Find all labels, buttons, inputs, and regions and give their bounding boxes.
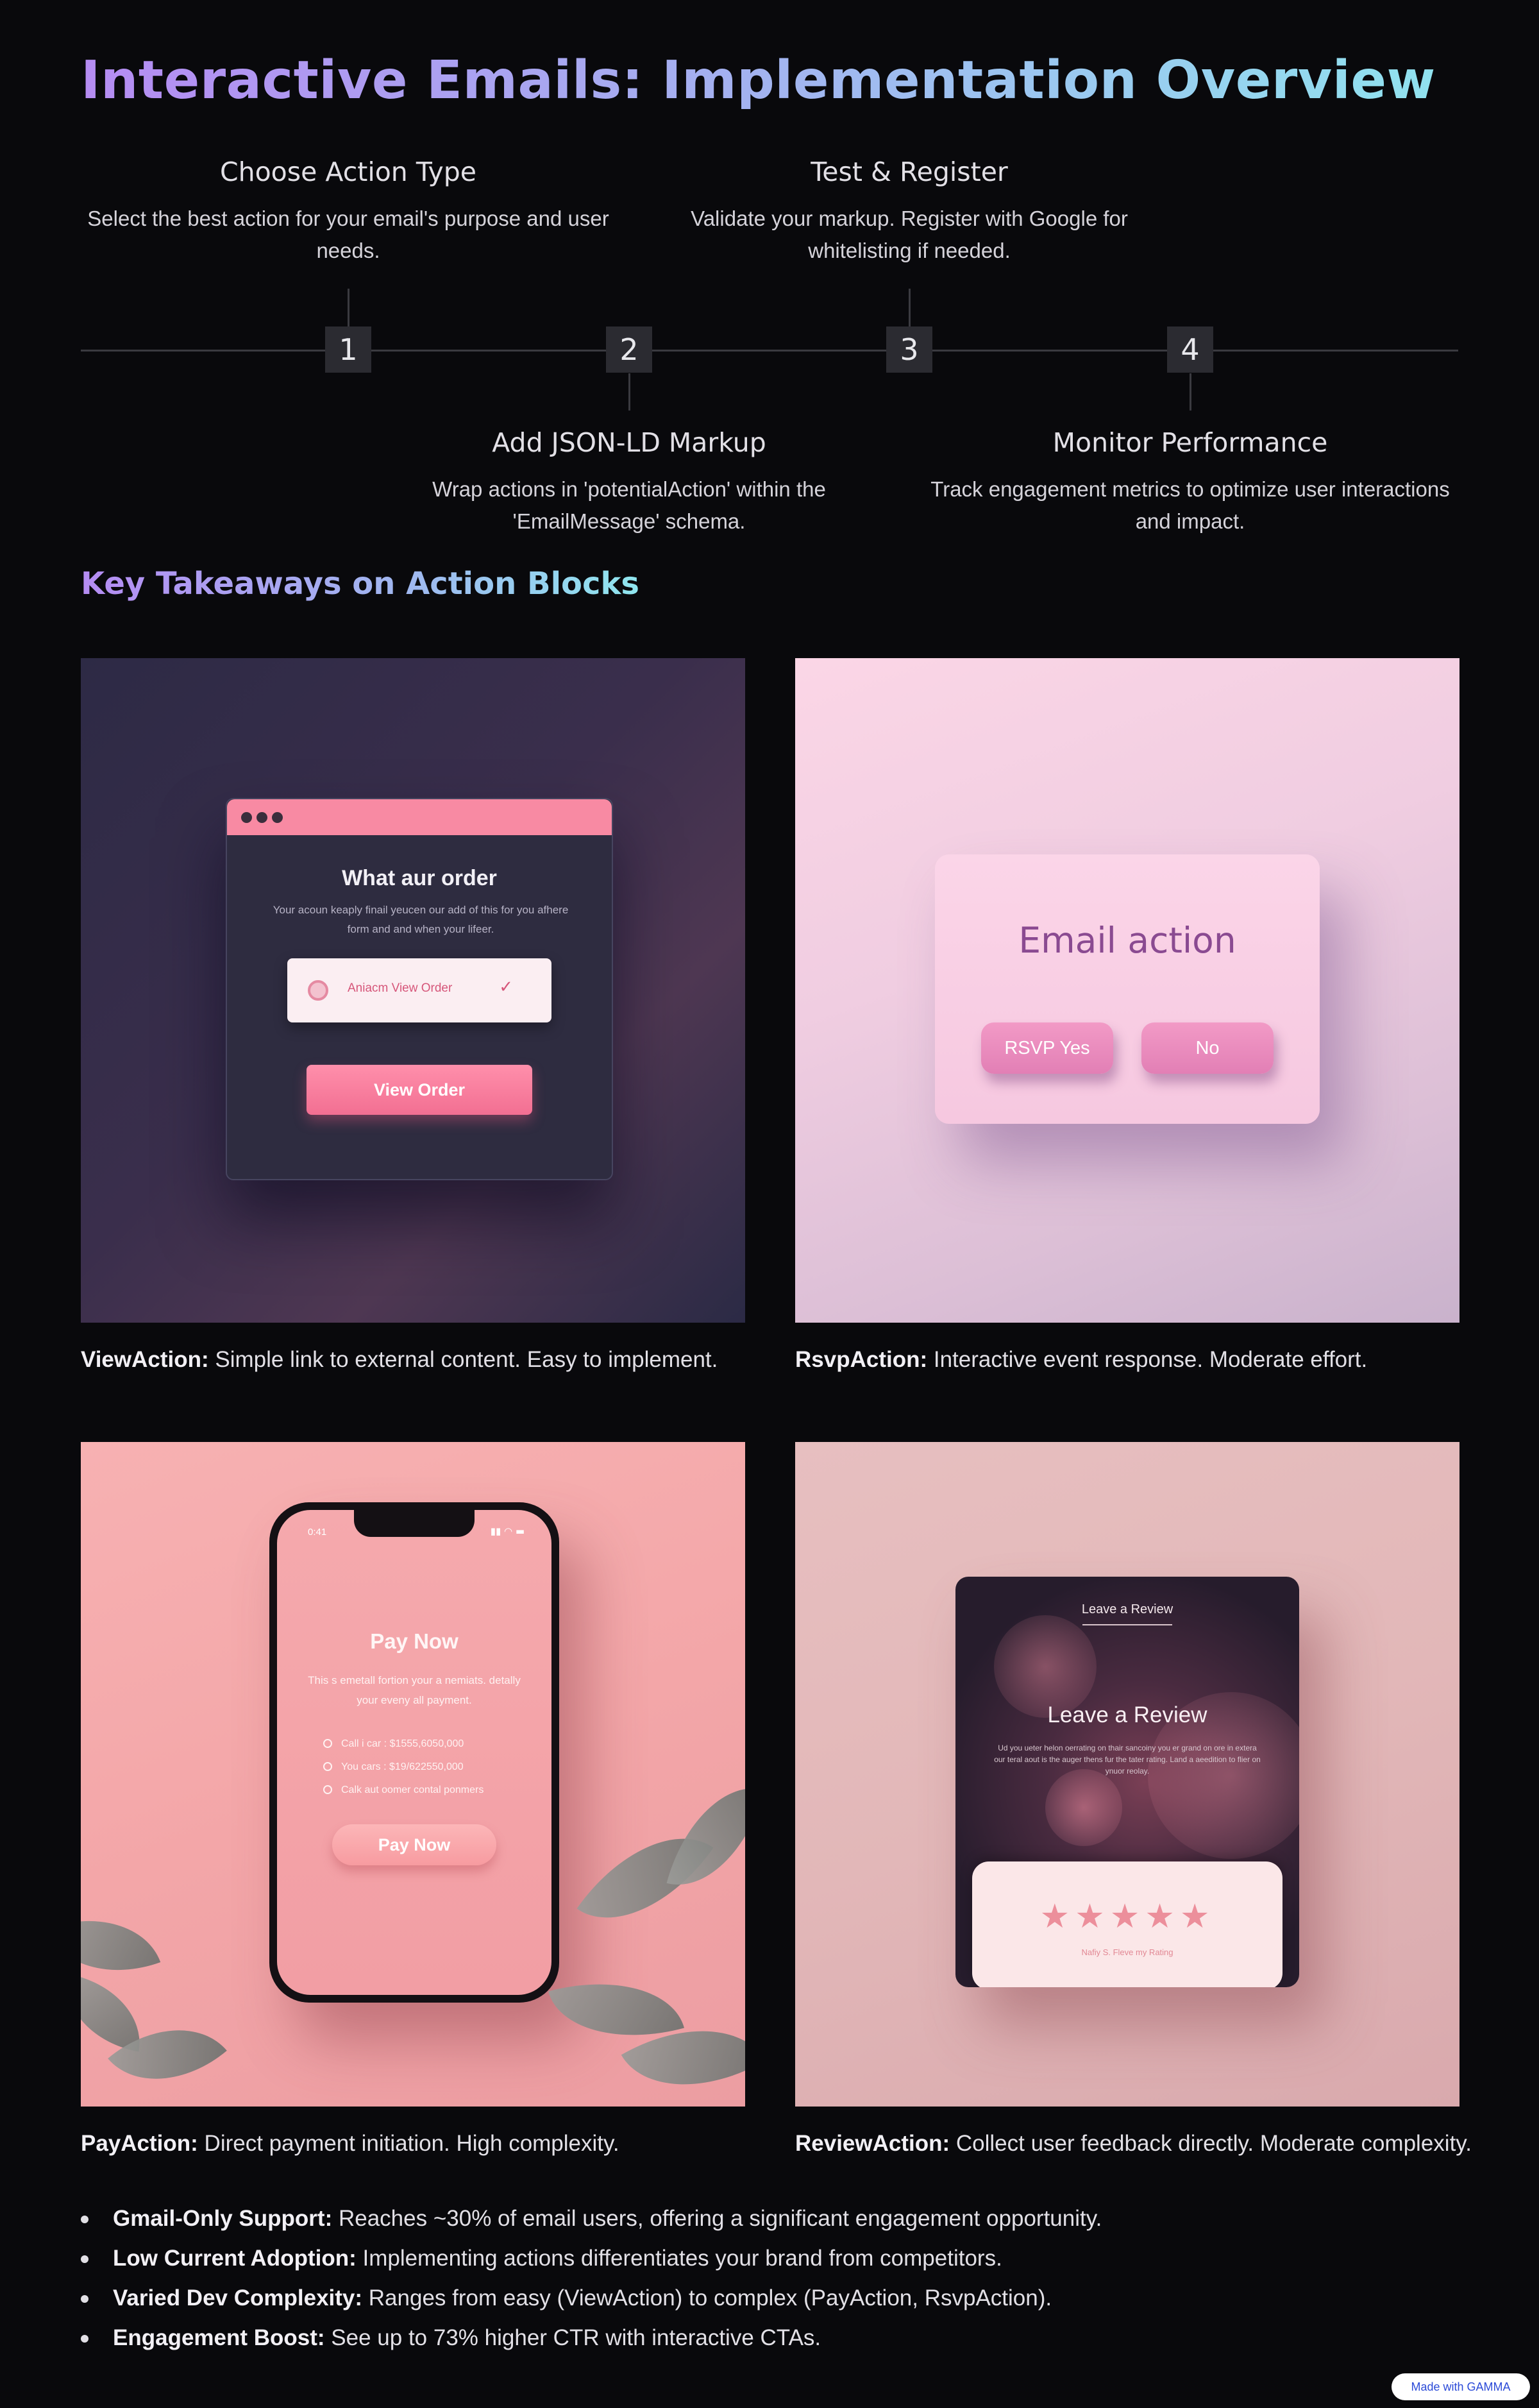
caption-text: Collect user feedback directly. Moderate…	[950, 2131, 1472, 2156]
review-header: Leave a Review	[1081, 1602, 1173, 1616]
section-heading: Key Takeaways on Action Blocks	[81, 566, 639, 602]
caption-label: PayAction:	[81, 2131, 198, 2156]
list-item-text: Reaches ~30% of email users, offering a …	[332, 2206, 1102, 2231]
rsvp-yes-button: RSVP Yes	[981, 1022, 1113, 1074]
rating-box: ★★★★★ Nafiy S. Fleve my Rating	[972, 1861, 1282, 1987]
list-item-label: Engagement Boost:	[113, 2325, 325, 2350]
illustration-body: Ud you ueter helon oerrating on thair sa…	[994, 1743, 1261, 1776]
takeaway-list: Gmail-Only Support: Reaches ~30% of emai…	[81, 2199, 1427, 2358]
rating-caption: Nafiy S. Fleve my Rating	[1081, 1947, 1173, 1957]
list-item-text: See up to 73% higher CTR with interactiv…	[324, 2325, 821, 2350]
illustration-body: This s emetall fortion your a nemiats. d…	[308, 1674, 521, 1706]
view-order-button: View Order	[307, 1065, 532, 1115]
payment-row-text: You cars : $19/622550,000	[341, 1761, 464, 1772]
list-item: Gmail-Only Support: Reaches ~30% of emai…	[81, 2199, 1427, 2239]
step-4-title: Monitor Performance	[1052, 427, 1328, 458]
caption-label: ReviewAction:	[795, 2131, 950, 2156]
window-dot-icon	[256, 812, 267, 823]
payment-row-text: Call i car : $1555,6050,000	[341, 1738, 464, 1749]
email-window: What aur order Your acoun keaply finail …	[226, 798, 613, 1180]
bullet-icon	[81, 2216, 88, 2223]
info-icon	[323, 1739, 332, 1748]
user-icon	[308, 980, 328, 1001]
leaf-decoration	[666, 1771, 745, 1902]
pay-action-caption: PayAction: Direct payment initiation. Hi…	[81, 2131, 761, 2157]
list-item-text: Implementing actions differentiates your…	[356, 2246, 1002, 2271]
check-icon: ✓	[499, 978, 513, 997]
window-titlebar	[227, 799, 612, 835]
step-1-description: Select the best action for your email's …	[87, 207, 609, 262]
window-dot-icon	[272, 812, 283, 823]
list-item-label: Varied Dev Complexity:	[113, 2285, 363, 2310]
payment-row: Calk aut oomer contal ponmers	[323, 1785, 484, 1796]
bokeh-decoration	[1045, 1769, 1122, 1846]
step-4-number: 4	[1167, 326, 1213, 373]
pay-now-button: Pay Now	[332, 1824, 496, 1865]
payment-row: Call i car : $1555,6050,000	[323, 1738, 464, 1750]
step-2-description: Wrap actions in 'potentialAction' within…	[432, 477, 826, 533]
connector-4	[1190, 373, 1191, 411]
step-3-number: 3	[886, 326, 932, 373]
illustration-title: Pay Now	[370, 1629, 458, 1653]
step-4-description: Track engagement metrics to optimize use…	[930, 477, 1450, 533]
info-icon	[323, 1785, 332, 1794]
info-icon	[323, 1762, 332, 1771]
caption-label: RsvpAction:	[795, 1347, 928, 1372]
status-time: 0:41	[308, 1527, 327, 1538]
signal-battery-icon: ▮▮ ◠ ▬	[490, 1525, 525, 1537]
step-2-title: Add JSON-LD Markup	[492, 427, 766, 458]
view-action-caption: ViewAction: Simple link to external cont…	[81, 1347, 761, 1373]
rsvp-no-button: No	[1141, 1022, 1274, 1074]
illustration-body: Your acoun keaply finail yeucen our add …	[273, 904, 569, 935]
rsvp-action-caption: RsvpAction: Interactive event response. …	[795, 1347, 1475, 1373]
leaf-decoration	[81, 1895, 161, 1996]
payment-row-text: Calk aut oomer contal ponmers	[341, 1785, 484, 1795]
illustration-title: Email action	[1018, 920, 1236, 961]
step-2-number: 2	[606, 326, 652, 373]
list-item: Low Current Adoption: Implementing actio…	[81, 2239, 1427, 2278]
list-item: Varied Dev Complexity: Ranges from easy …	[81, 2278, 1427, 2318]
connector-3	[909, 289, 911, 327]
review-action-illustration: Leave a Review Leave a Review Ud you uet…	[795, 1442, 1459, 2107]
phone-screen: 0:41 ▮▮ ◠ ▬ Pay Now This s emetall forti…	[277, 1510, 551, 1995]
order-item-label: Aniacm View Order	[348, 981, 453, 995]
step-3-title: Test & Register	[811, 157, 1008, 187]
list-item: Engagement Boost: See up to 73% higher C…	[81, 2318, 1427, 2358]
list-item-text: Ranges from easy (ViewAction) to complex…	[362, 2285, 1052, 2310]
phone-notch	[354, 1510, 475, 1537]
order-item-card: Aniacm View Order ✓	[287, 958, 551, 1022]
bullet-icon	[81, 2295, 88, 2303]
timeline-line	[81, 350, 1458, 352]
step-1-number: 1	[325, 326, 371, 373]
bullet-icon	[81, 2255, 88, 2263]
payment-row: You cars : $19/622550,000	[323, 1761, 464, 1773]
illustration-title: What aur order	[342, 866, 497, 890]
list-item-label: Gmail-Only Support:	[113, 2206, 333, 2231]
caption-text: Simple link to external content. Easy to…	[208, 1347, 718, 1372]
connector-1	[348, 289, 349, 327]
illustration-title: Leave a Review	[1047, 1702, 1207, 1727]
step-1-title: Choose Action Type	[219, 157, 476, 187]
review-card: Leave a Review Leave a Review Ud you uet…	[955, 1577, 1299, 1987]
caption-text: Interactive event response. Moderate eff…	[927, 1347, 1368, 1372]
email-action-panel: Email action RSVP Yes No	[935, 854, 1320, 1124]
pay-action-illustration: 0:41 ▮▮ ◠ ▬ Pay Now This s emetall forti…	[81, 1442, 745, 2107]
header-underline	[1082, 1624, 1172, 1625]
bullet-icon	[81, 2335, 88, 2343]
made-with-badge[interactable]: Made with GAMMA	[1392, 2373, 1530, 2400]
phone-mockup: 0:41 ▮▮ ◠ ▬ Pay Now This s emetall forti…	[269, 1502, 559, 2003]
step-3-description: Validate your markup. Register with Goog…	[691, 207, 1128, 262]
caption-label: ViewAction:	[81, 1347, 209, 1372]
caption-text: Direct payment initiation. High complexi…	[198, 2131, 619, 2156]
review-action-caption: ReviewAction: Collect user feedback dire…	[795, 2131, 1475, 2157]
list-item-label: Low Current Adoption:	[113, 2246, 357, 2271]
rsvp-action-illustration: Email action RSVP Yes No	[795, 658, 1459, 1323]
view-action-illustration: What aur order Your acoun keaply finail …	[81, 658, 745, 1323]
window-dot-icon	[241, 812, 252, 823]
timeline: Choose Action Type Select the best actio…	[0, 0, 1539, 552]
connector-2	[628, 373, 630, 411]
star-rating-icon: ★★★★★	[1039, 1897, 1215, 1936]
